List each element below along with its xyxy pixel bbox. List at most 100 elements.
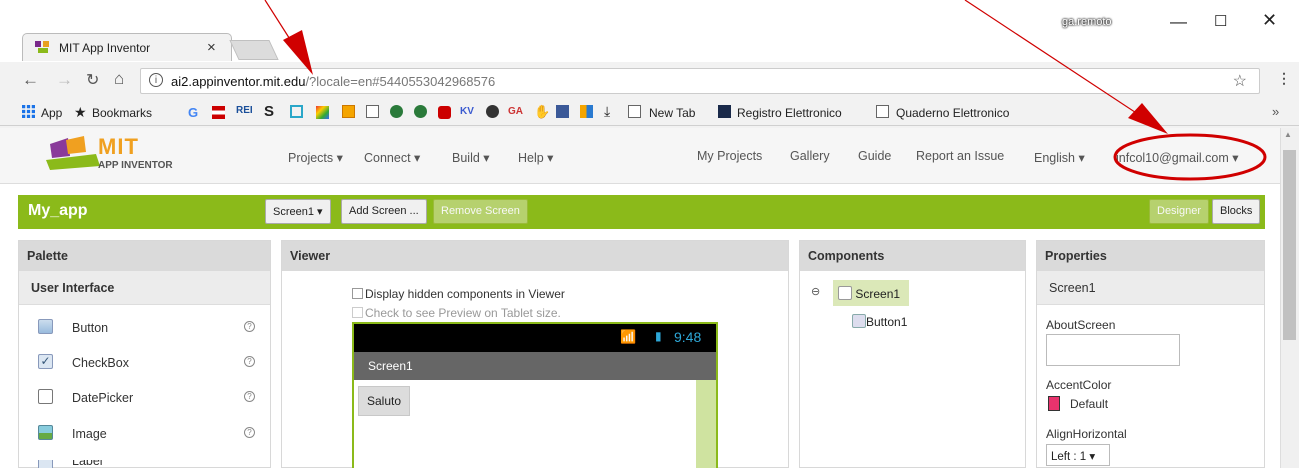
bookmark-star-icon[interactable]: ☆ bbox=[1233, 71, 1247, 91]
app-inventor-logo-icon[interactable] bbox=[46, 136, 100, 170]
tree-node-label: Screen1 bbox=[855, 287, 901, 301]
more-bookmarks-icon[interactable]: » bbox=[1272, 104, 1279, 119]
tablet-preview-checkbox[interactable]: Check to see Preview on Tablet size. bbox=[352, 306, 561, 320]
palette-item-label: Label bbox=[72, 460, 103, 468]
forward-icon[interactable]: → bbox=[56, 70, 73, 90]
reload-icon[interactable]: ↻ bbox=[86, 70, 99, 90]
google-icon[interactable]: G bbox=[188, 105, 198, 120]
registro-icon bbox=[718, 105, 731, 118]
bookmark-new-tab[interactable]: New Tab bbox=[649, 106, 695, 120]
youtube-icon[interactable] bbox=[438, 106, 451, 119]
bookmark-hand-icon[interactable]: ✋ bbox=[534, 104, 550, 120]
bookmark-green-icon[interactable] bbox=[390, 105, 403, 118]
help-icon[interactable]: ? bbox=[244, 391, 255, 402]
bookmark-quaderno[interactable]: Quaderno Elettronico bbox=[896, 106, 1009, 120]
accent-color-swatch[interactable] bbox=[1048, 396, 1060, 411]
help-icon[interactable]: ? bbox=[244, 321, 255, 332]
palette-item-datepicker[interactable]: DatePicker ? bbox=[38, 389, 268, 407]
accent-color-label: AccentColor bbox=[1046, 378, 1112, 392]
logo-subtitle: APP INVENTOR bbox=[98, 160, 173, 171]
bookmark-scan-icon[interactable] bbox=[290, 105, 303, 118]
blocks-button[interactable]: Blocks bbox=[1212, 199, 1261, 224]
phone-screen-title: Screen1 bbox=[354, 352, 716, 380]
link-gallery[interactable]: Gallery bbox=[790, 149, 830, 163]
bookmark-kv-icon[interactable]: KV bbox=[460, 106, 474, 117]
menu-projects[interactable]: Projects ▾ bbox=[288, 150, 343, 165]
menu-build[interactable]: Build ▾ bbox=[452, 150, 490, 165]
screen-select[interactable]: Screen1 ▾ bbox=[265, 199, 331, 224]
account-menu[interactable]: infcol10@gmail.com ▾ bbox=[1116, 150, 1238, 165]
bookmark-paint-icon[interactable] bbox=[316, 106, 329, 119]
facebook-icon[interactable] bbox=[556, 105, 569, 118]
url-text: ai2.appinventor.mit.edu/?locale=en#54405… bbox=[171, 74, 495, 89]
menu-connect[interactable]: Connect ▾ bbox=[364, 150, 420, 165]
apps-grid-icon[interactable] bbox=[22, 105, 35, 118]
bookmark-s-icon[interactable]: S bbox=[264, 103, 274, 120]
bookmark-registro[interactable]: Registro Elettronico bbox=[737, 106, 842, 120]
maximize-icon[interactable]: ☐ bbox=[1214, 12, 1227, 30]
designer-button[interactable]: Designer bbox=[1149, 199, 1210, 224]
battery-icon: ▮ bbox=[655, 329, 662, 343]
link-guide[interactable]: Guide bbox=[858, 149, 891, 163]
palette-item-checkbox[interactable]: ✓ CheckBox ? bbox=[38, 354, 268, 372]
about-screen-textarea[interactable] bbox=[1046, 334, 1180, 366]
palette-item-button[interactable]: Button ? bbox=[38, 319, 268, 337]
browser-tab[interactable]: MIT App Inventor × bbox=[22, 33, 232, 61]
bookmark-page-icon[interactable] bbox=[366, 105, 379, 118]
palette-item-label: CheckBox bbox=[72, 356, 129, 370]
browser-menu-icon[interactable]: ⋮ bbox=[1277, 70, 1291, 87]
image-icon bbox=[38, 425, 53, 440]
back-icon[interactable]: ← bbox=[22, 70, 39, 90]
components-title: Components bbox=[800, 241, 1025, 271]
download-icon[interactable]: ⤓ bbox=[604, 103, 610, 120]
link-report-issue[interactable]: Report an Issue bbox=[916, 149, 1004, 163]
bookmark-mixed-icon[interactable] bbox=[580, 105, 593, 118]
scrollbar-thumb[interactable] bbox=[1283, 150, 1296, 340]
bookmark-ga-icon[interactable]: GA bbox=[508, 106, 523, 117]
language-selector[interactable]: English ▾ bbox=[1034, 150, 1085, 165]
palette-category[interactable]: User Interface bbox=[19, 271, 270, 305]
address-bar[interactable]: i ai2.appinventor.mit.edu/?locale=en#544… bbox=[140, 68, 1260, 94]
add-screen-button[interactable]: Add Screen ... bbox=[341, 199, 427, 224]
bookmark-office-icon[interactable] bbox=[342, 105, 355, 118]
checkbox-box[interactable] bbox=[352, 307, 363, 318]
tab-close-icon[interactable]: × bbox=[207, 39, 216, 56]
logo-mit: MIT bbox=[98, 134, 139, 159]
home-icon[interactable]: ⌂ bbox=[114, 69, 124, 89]
align-horizontal-select[interactable]: Left : 1 ▾ bbox=[1046, 444, 1110, 466]
tree-node-screen1[interactable]: Screen1 bbox=[833, 280, 909, 306]
bookmark-circle-icon[interactable] bbox=[486, 105, 499, 118]
tree-node-button1[interactable]: Button1 bbox=[852, 314, 907, 329]
button-icon bbox=[852, 314, 866, 328]
bookmark-rei-icon[interactable]: REI bbox=[236, 105, 253, 116]
palette-item-label: Image bbox=[72, 427, 107, 441]
palette-item-label: DatePicker bbox=[72, 391, 134, 405]
accent-color-value[interactable]: Default bbox=[1070, 397, 1108, 411]
align-horizontal-label: AlignHorizontal bbox=[1046, 427, 1127, 441]
collapse-toggle-icon[interactable]: ⊖ bbox=[811, 285, 820, 298]
info-icon[interactable]: i bbox=[149, 73, 163, 87]
bookmark-flag-icon[interactable] bbox=[212, 106, 225, 119]
scroll-up-icon[interactable]: ▲ bbox=[1284, 130, 1292, 139]
bookmark-bookmarks[interactable]: Bookmarks bbox=[92, 106, 152, 120]
palette-item-label-component[interactable]: Label bbox=[38, 460, 268, 468]
checkbox-icon: ✓ bbox=[38, 354, 53, 369]
menu-help[interactable]: Help ▾ bbox=[518, 150, 553, 165]
help-icon[interactable]: ? bbox=[244, 427, 255, 438]
viewer-title: Viewer bbox=[282, 241, 788, 271]
minimize-icon[interactable]: — bbox=[1170, 12, 1187, 32]
remove-screen-button[interactable]: Remove Screen bbox=[433, 199, 528, 224]
bookmark-green2-icon[interactable] bbox=[414, 105, 427, 118]
checkbox-box[interactable] bbox=[352, 288, 363, 299]
hidden-components-label: Display hidden components in Viewer bbox=[365, 287, 565, 301]
palette-item-image[interactable]: Image ? bbox=[38, 425, 268, 443]
close-window-icon[interactable]: ✕ bbox=[1262, 10, 1277, 31]
saluto-button[interactable]: Saluto bbox=[358, 386, 411, 416]
hidden-components-checkbox[interactable]: Display hidden components in Viewer bbox=[352, 287, 565, 301]
link-my-projects[interactable]: My Projects bbox=[697, 149, 762, 163]
help-icon[interactable]: ? bbox=[244, 356, 255, 367]
components-panel: Components bbox=[799, 240, 1026, 468]
browser-user-name[interactable]: ga.remoto bbox=[1062, 16, 1112, 28]
bookmark-app[interactable]: App bbox=[41, 106, 62, 120]
app-header bbox=[0, 128, 1280, 184]
